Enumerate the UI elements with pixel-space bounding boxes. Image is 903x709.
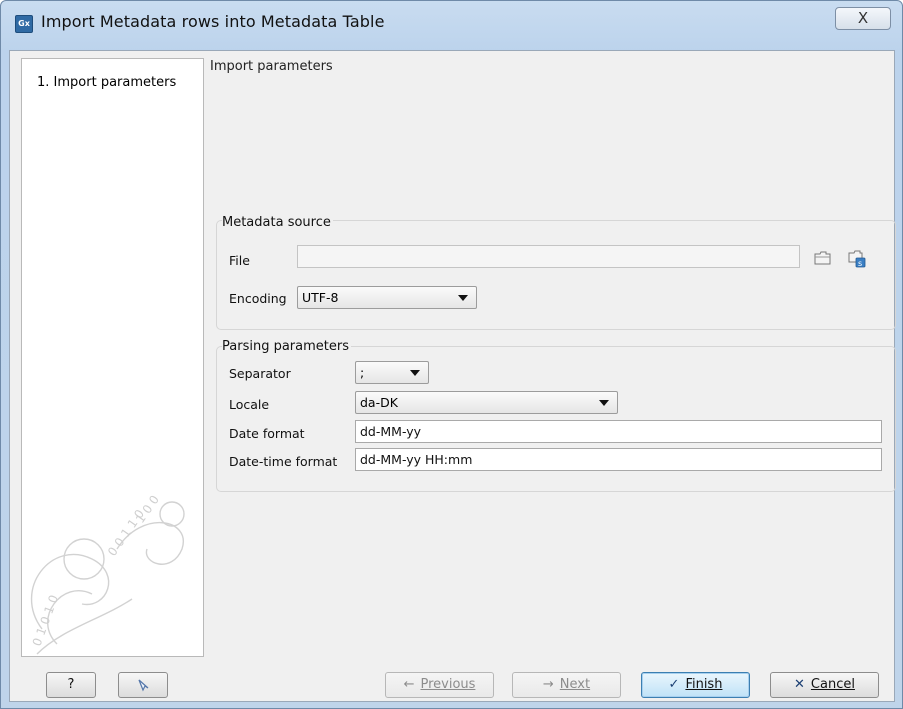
- metadata-source-group: [216, 220, 896, 330]
- chevron-down-icon: [458, 295, 468, 301]
- arrow-right-icon: →: [542, 677, 554, 692]
- datetime-format-label: Date-time format: [229, 454, 338, 469]
- separator-select-value: ;: [360, 365, 365, 380]
- title-bar: Gx Import Metadata rows into Metadata Ta…: [1, 1, 902, 43]
- folder-icon: [814, 251, 831, 265]
- cross-icon: ✕: [794, 677, 805, 692]
- file-label: File: [229, 253, 250, 268]
- browse-folder-button[interactable]: [814, 250, 832, 268]
- swirl-logo-icon: 0 0 1 1 0 1 0 0 0 1 0 1 0: [30, 493, 185, 655]
- next-button-label: Next: [559, 677, 591, 692]
- locale-select-value: da-DK: [360, 395, 398, 410]
- page-header: Import parameters: [210, 59, 333, 74]
- reset-icon: [138, 679, 149, 692]
- svg-text:0 1 0 1 0: 0 1 0 1 0: [30, 593, 61, 648]
- cancel-button-label: Cancel: [810, 677, 855, 692]
- separator-label: Separator: [229, 366, 291, 381]
- window-title: Import Metadata rows into Metadata Table: [41, 12, 385, 31]
- date-format-input[interactable]: dd-MM-yy: [355, 420, 882, 443]
- previous-button[interactable]: ← Previous: [385, 672, 494, 698]
- dialog-window: Gx Import Metadata rows into Metadata Ta…: [0, 0, 903, 709]
- step-item-import-parameters[interactable]: 1. Import parameters: [37, 75, 176, 90]
- dialog-body: 1. Import parameters 0 0 1 1 0 1 0 0 0 1…: [9, 50, 896, 702]
- finish-button-label: Finish: [685, 677, 723, 692]
- reset-button[interactable]: [118, 672, 168, 698]
- arrow-left-icon: ←: [403, 677, 415, 692]
- chevron-down-icon: [599, 400, 609, 406]
- server-folder-icon: s: [848, 250, 866, 268]
- checkmark-icon: ✓: [668, 677, 680, 692]
- svg-text:s: s: [858, 259, 862, 268]
- steps-panel: 1. Import parameters 0 0 1 1 0 1 0 0 0 1…: [21, 58, 204, 657]
- previous-button-label: Previous: [420, 677, 476, 692]
- encoding-select[interactable]: UTF-8: [297, 286, 477, 309]
- metadata-source-legend: Metadata source: [222, 215, 333, 230]
- locale-select[interactable]: da-DK: [355, 391, 618, 414]
- cancel-button[interactable]: ✕ Cancel: [770, 672, 879, 698]
- help-button[interactable]: ?: [46, 672, 96, 698]
- finish-button[interactable]: ✓ Finish: [641, 672, 750, 698]
- parsing-parameters-legend: Parsing parameters: [222, 339, 351, 354]
- separator-select[interactable]: ;: [355, 361, 429, 384]
- datetime-format-input[interactable]: dd-MM-yy HH:mm: [355, 448, 882, 471]
- app-icon: Gx: [15, 15, 33, 33]
- close-button[interactable]: X: [835, 7, 891, 30]
- close-icon: X: [857, 9, 869, 27]
- chevron-down-icon: [410, 370, 420, 376]
- locale-label: Locale: [229, 397, 270, 412]
- browse-server-button[interactable]: s: [848, 250, 866, 268]
- encoding-label: Encoding: [229, 291, 287, 306]
- date-format-label: Date format: [229, 426, 305, 441]
- encoding-select-value: UTF-8: [302, 290, 339, 305]
- file-input[interactable]: [297, 245, 800, 268]
- next-button[interactable]: → Next: [512, 672, 621, 698]
- help-button-label: ?: [67, 677, 75, 692]
